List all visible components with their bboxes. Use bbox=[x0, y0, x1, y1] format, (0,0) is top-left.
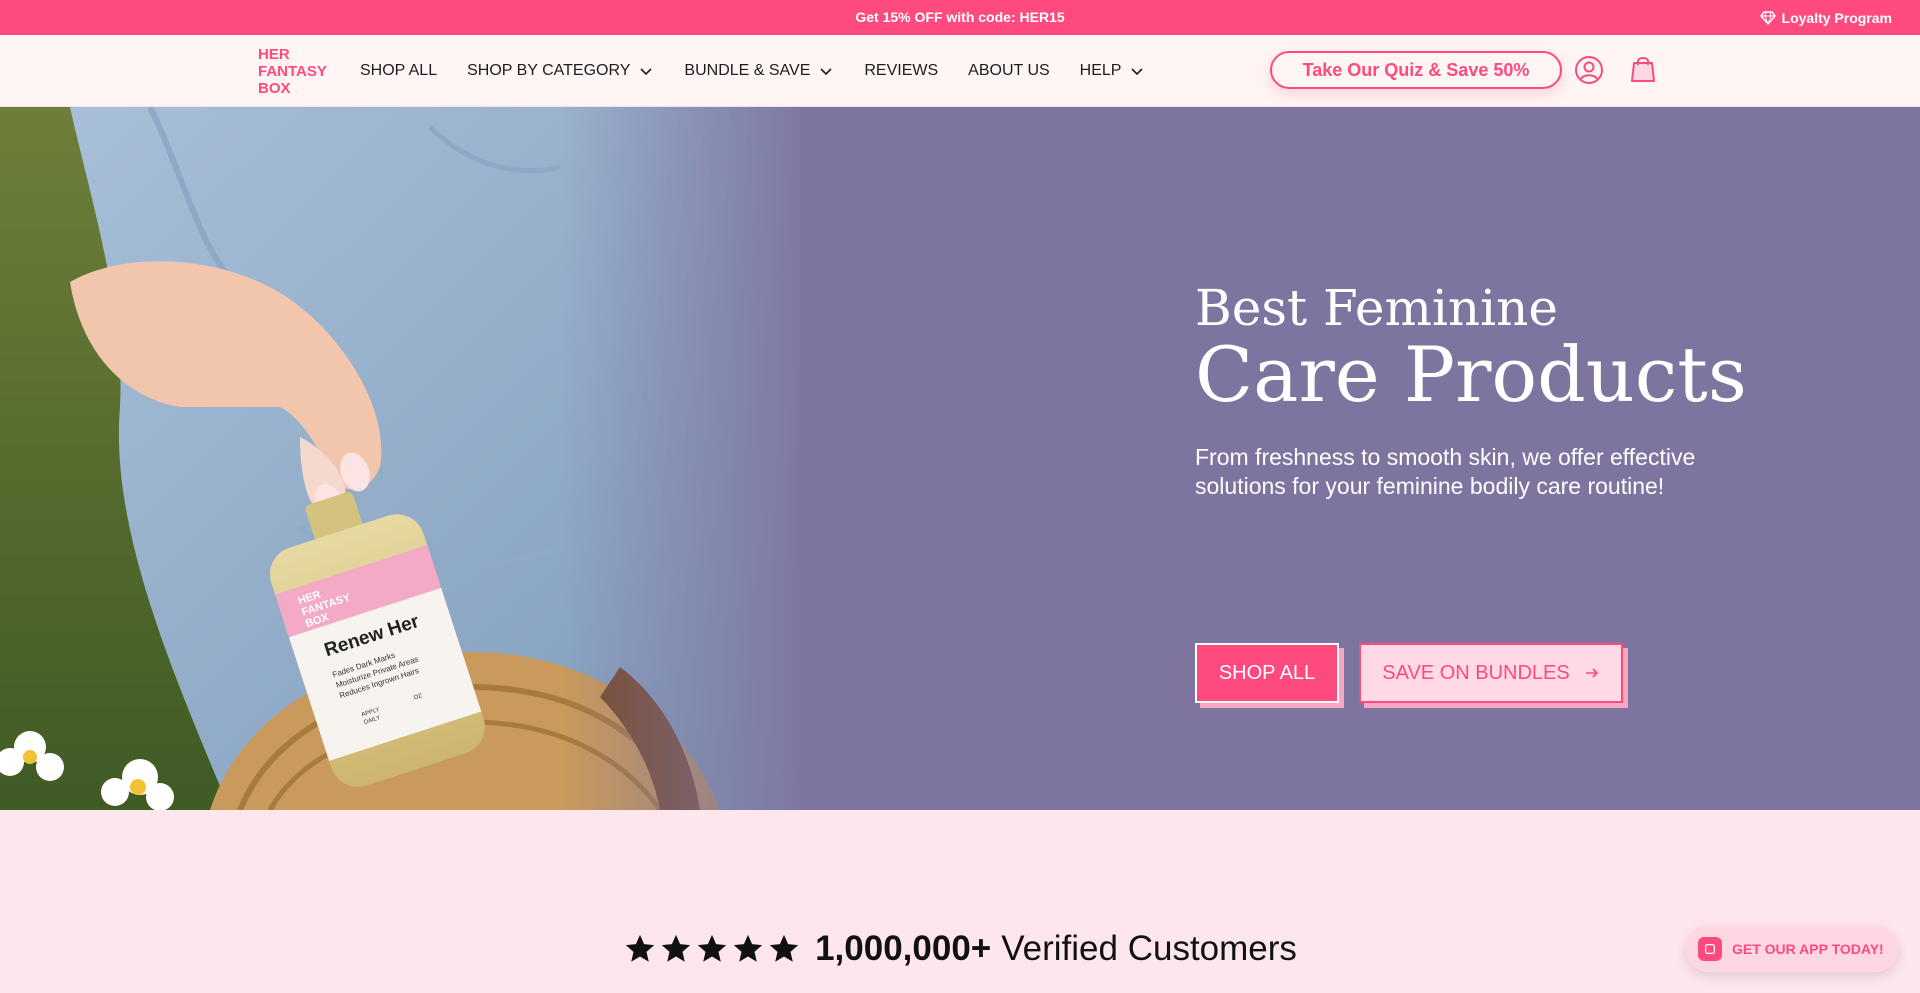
hero-title-line-2: Care Products bbox=[1195, 330, 1747, 419]
hero-banner: HER FANTASY BOX Renew Her Fades Dark Mar… bbox=[0, 107, 1920, 810]
logo-line: BOX bbox=[258, 80, 291, 97]
diamond-icon bbox=[1759, 10, 1776, 25]
hero-title-line-1: Best Feminine bbox=[1195, 279, 1558, 337]
nav-shop-by-category[interactable]: SHOP BY CATEGORY bbox=[467, 62, 654, 80]
brand-logo[interactable]: HER FANTASY BOX bbox=[258, 46, 338, 97]
account-icon[interactable] bbox=[1574, 55, 1604, 85]
logo-line: FANTASY bbox=[258, 63, 327, 80]
verified-count: 1,000,000+ bbox=[815, 929, 992, 968]
chevron-down-icon bbox=[820, 68, 832, 76]
chevron-down-icon bbox=[640, 68, 652, 76]
verified-label: Verified Customers bbox=[1001, 929, 1297, 968]
nav-shop-by-category-label: SHOP BY CATEGORY bbox=[467, 62, 631, 79]
logo-line: HER bbox=[258, 46, 290, 63]
loyalty-program-label: Loyalty Program bbox=[1781, 9, 1892, 26]
star-icon bbox=[661, 934, 691, 962]
nav-reviews-label: REVIEWS bbox=[864, 62, 939, 79]
arrow-right-icon bbox=[1585, 668, 1598, 678]
shopping-bag-icon[interactable] bbox=[1628, 54, 1658, 84]
star-icon bbox=[769, 934, 799, 962]
chevron-down-icon bbox=[1131, 68, 1144, 76]
nav-about-us-label: ABOUT US bbox=[968, 62, 1050, 79]
star-icon bbox=[697, 934, 727, 962]
hero-content: Best Feminine Care Products From freshne… bbox=[1195, 279, 1755, 703]
hero-subtitle: From freshness to smooth skin, we offer … bbox=[1195, 444, 1696, 499]
nav-shop-all[interactable]: SHOP ALL bbox=[360, 62, 437, 80]
nav-help-label: HELP bbox=[1079, 62, 1122, 79]
verified-customers: 1,000,000+ Verified Customers bbox=[0, 924, 1920, 974]
save-on-bundles-label: SAVE ON BUNDLES bbox=[1382, 661, 1570, 684]
nav-bundle-save[interactable]: BUNDLE & SAVE bbox=[684, 62, 834, 80]
take-quiz-button[interactable]: Take Our Quiz & Save 50% bbox=[1270, 51, 1562, 89]
site-header: HER FANTASY BOX SHOP ALL SHOP BY CATEGOR… bbox=[0, 35, 1920, 107]
star-icon bbox=[625, 934, 655, 962]
hero-image-fade bbox=[560, 107, 820, 810]
star-rating bbox=[623, 932, 801, 966]
nav-shop-all-label: SHOP ALL bbox=[360, 62, 438, 79]
hero-buttons: SHOP ALL SAVE ON BUNDLES bbox=[1195, 643, 1755, 713]
get-app-label: GET OUR APP TODAY! bbox=[1732, 941, 1884, 957]
shop-all-button[interactable]: SHOP ALL bbox=[1195, 643, 1339, 703]
nav-bundle-save-label: BUNDLE & SAVE bbox=[684, 62, 811, 79]
app-icon bbox=[1698, 937, 1722, 961]
nav-help[interactable]: HELP bbox=[1080, 62, 1146, 80]
announcement-bar: Get 15% OFF with code: HER15 Loyalty Pro… bbox=[0, 0, 1920, 35]
nav-reviews[interactable]: REVIEWS bbox=[864, 62, 938, 80]
loyalty-program-link[interactable]: Loyalty Program bbox=[1759, 0, 1892, 35]
save-on-bundles-button[interactable]: SAVE ON BUNDLES bbox=[1359, 643, 1623, 703]
get-app-badge[interactable]: GET OUR APP TODAY! bbox=[1686, 926, 1898, 972]
star-icon bbox=[733, 934, 763, 962]
nav-about-us[interactable]: ABOUT US bbox=[968, 62, 1050, 80]
promo-code-text: Get 15% OFF with code: HER15 bbox=[855, 9, 1065, 25]
main-nav: SHOP ALL SHOP BY CATEGORY BUNDLE & SAVE … bbox=[360, 35, 1175, 107]
